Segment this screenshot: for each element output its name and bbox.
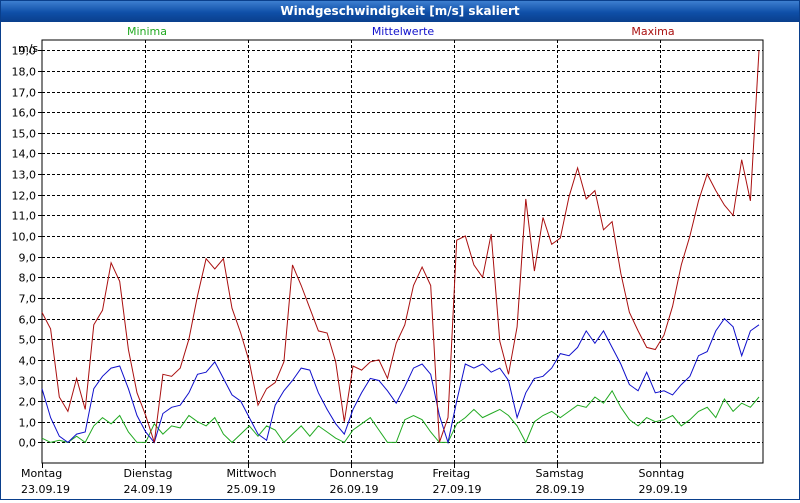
legend-maxima: Maxima [631,25,674,38]
y-tick-label: 16,0 [12,107,37,120]
x-tick-date: 23.09.19 [21,483,70,496]
chart-area: 0,0 1,0 2,0 3,0 4,0 5,0 6,0 7,0 8,0 9,0 10,0 11,0 12… [1,23,799,499]
y-tick-label: 6,0 [19,314,37,327]
y-tick-label: 14,0 [12,148,37,161]
x-tick-date: 26.09.19 [330,483,379,496]
x-tick-weekday: Dienstag [124,467,173,480]
y-tick-label: 7,0 [19,293,37,306]
y-tick-label: 8,0 [19,272,37,285]
y-tick-label: 15,0 [12,128,37,141]
y-tick-label: 13,0 [12,169,37,182]
y-axis-label: m/s [18,42,38,55]
x-tick-date: 28.09.19 [536,483,585,496]
chart-window: Windgeschwindigkeit [m/s] skaliert 0,0 1,… [0,0,800,500]
plot-frame [41,39,764,464]
y-tick-label: 18,0 [12,66,37,79]
x-tick-weekday: Donnerstag [330,467,394,480]
legend-mittelwerte: Mittelwerte [372,25,435,38]
wind-speed-chart: 0,0 1,0 2,0 3,0 4,0 5,0 6,0 7,0 8,0 9,0 10,0 11,0 12… [12,25,764,496]
y-tick-label: 9,0 [19,252,37,265]
y-tick-label: 3,0 [19,375,37,388]
y-tick-label: 4,0 [19,355,37,368]
window-title: Windgeschwindigkeit [m/s] skaliert [1,1,799,22]
y-tick-label: 12,0 [12,190,37,203]
legend-minima: Minima [127,25,167,38]
y-tick-label: 11,0 [12,210,37,223]
x-tick-date: 25.09.19 [227,483,276,496]
x-tick-date: 27.09.19 [433,483,482,496]
x-tick-weekday: Sonntag [639,467,685,480]
x-tick-weekday: Freitag [433,467,471,480]
y-tick-label: 0,0 [19,437,37,450]
x-tick-weekday: Samstag [536,467,584,480]
y-tick-label: 1,0 [19,417,37,430]
y-tick-label: 10,0 [12,231,37,244]
y-tick-label: 17,0 [12,87,37,100]
x-tick-date: 29.09.19 [639,483,688,496]
x-tick-weekday: Montag [21,467,62,480]
x-tick-weekday: Mittwoch [227,467,277,480]
x-tick-date: 24.09.19 [124,483,173,496]
y-tick-label: 2,0 [19,396,37,409]
y-tick-label: 5,0 [19,334,37,347]
